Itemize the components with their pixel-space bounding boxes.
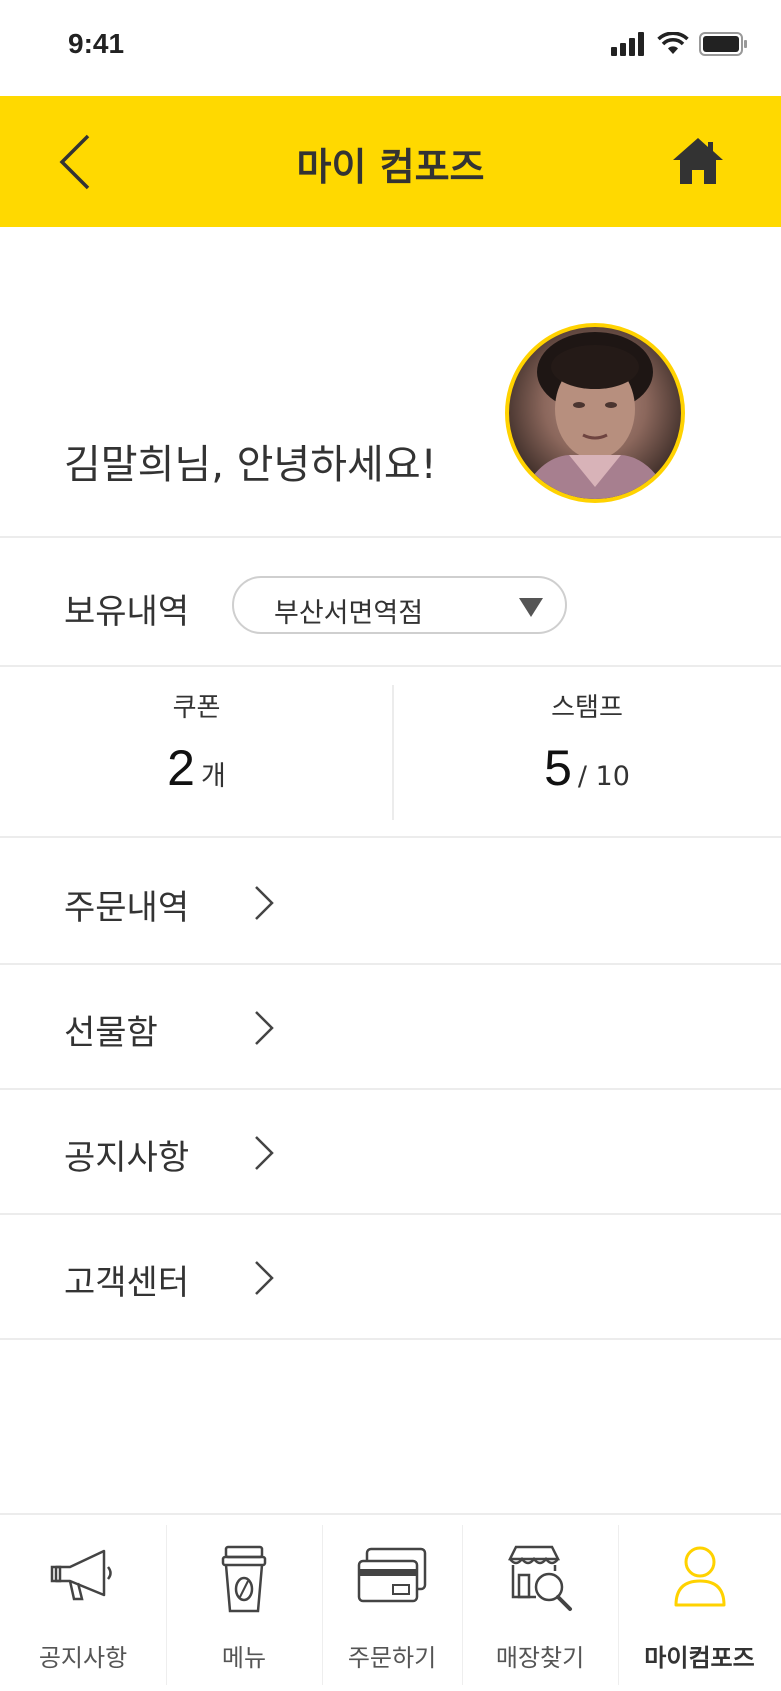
wifi-icon xyxy=(657,32,689,54)
chevron-right-icon xyxy=(255,886,274,920)
tab-notices[interactable]: 공지사항 xyxy=(0,1515,166,1691)
stamp-label: 스탬프 xyxy=(551,693,623,723)
menu-item-label: 고객센터 xyxy=(64,1263,190,1303)
tab-menu[interactable]: 메뉴 xyxy=(166,1515,322,1691)
holdings-label: 보유내역 xyxy=(64,592,190,632)
counts-section: 쿠폰 2개 스탬프 5/ 10 xyxy=(0,667,781,838)
tab-label: 마이컴포즈 xyxy=(644,1644,755,1672)
cellular-signal-icon xyxy=(611,32,644,56)
megaphone-icon xyxy=(50,1549,112,1601)
tab-label: 메뉴 xyxy=(221,1644,267,1672)
status-time: 9:41 xyxy=(68,28,125,59)
page-title: 마이 컴포즈 xyxy=(296,145,485,189)
avatar[interactable] xyxy=(505,323,685,503)
home-icon xyxy=(673,138,723,184)
tab-label: 공지사항 xyxy=(38,1644,128,1672)
avatar-photo xyxy=(519,332,671,499)
tab-order[interactable]: 주문하기 xyxy=(322,1515,462,1691)
holdings-row: 보유내역 부산서면역점 xyxy=(0,540,781,667)
coupon-value-line: 2개 xyxy=(0,739,393,797)
stamp-value-line: 5/ 10 xyxy=(393,739,781,797)
menu-item-label: 주문내역 xyxy=(64,888,190,928)
store-select-value: 부산서면역점 xyxy=(274,598,424,629)
coffee-cup-icon xyxy=(221,1545,267,1613)
app-header: 마이 컴포즈 xyxy=(0,96,781,227)
coupon-label: 쿠폰 xyxy=(172,693,221,723)
menu-item-customer-center[interactable]: 고객센터 xyxy=(0,1215,781,1340)
card-icon xyxy=(357,1547,427,1603)
chevron-right-icon xyxy=(255,1136,274,1170)
store-search-icon xyxy=(507,1545,572,1611)
chevron-right-icon xyxy=(255,1011,274,1045)
bottom-tab-bar: 공지사항 메뉴 주문하기 매장찾기 마이컴포즈 xyxy=(0,1513,781,1691)
menu-item-order-history[interactable]: 주문내역 xyxy=(0,840,781,965)
status-bar: 9:41 xyxy=(0,0,781,96)
menu-item-gift-box[interactable]: 선물함 xyxy=(0,965,781,1090)
coupon-value: 2 xyxy=(167,740,195,796)
stamp-count[interactable]: 스탬프 5/ 10 xyxy=(393,667,781,838)
tab-label: 매장찾기 xyxy=(495,1644,585,1672)
dropdown-arrow-icon xyxy=(519,598,543,617)
greeting-text: 김말희님, 안녕하세요! xyxy=(64,442,437,488)
tab-label: 주문하기 xyxy=(347,1644,437,1672)
home-button[interactable] xyxy=(671,134,725,188)
stamp-value: 5 xyxy=(544,740,572,796)
menu-item-label: 선물함 xyxy=(64,1013,158,1053)
status-icons xyxy=(611,32,749,56)
chevron-right-icon xyxy=(255,1261,274,1295)
person-icon xyxy=(674,1546,725,1607)
battery-icon xyxy=(699,32,747,56)
menu-list: 주문내역 선물함 공지사항 고객센터 xyxy=(0,840,781,1340)
stamp-total: / 10 xyxy=(577,761,630,792)
store-select[interactable]: 부산서면역점 xyxy=(232,576,567,634)
tab-store-finder[interactable]: 매장찾기 xyxy=(462,1515,618,1691)
greeting-section: 김말희님, 안녕하세요! xyxy=(0,227,781,538)
tab-my-compose[interactable]: 마이컴포즈 xyxy=(618,1515,781,1691)
coupon-count[interactable]: 쿠폰 2개 xyxy=(0,667,393,838)
menu-item-label: 공지사항 xyxy=(64,1138,190,1178)
coupon-unit: 개 xyxy=(200,761,226,792)
menu-item-notices[interactable]: 공지사항 xyxy=(0,1090,781,1215)
